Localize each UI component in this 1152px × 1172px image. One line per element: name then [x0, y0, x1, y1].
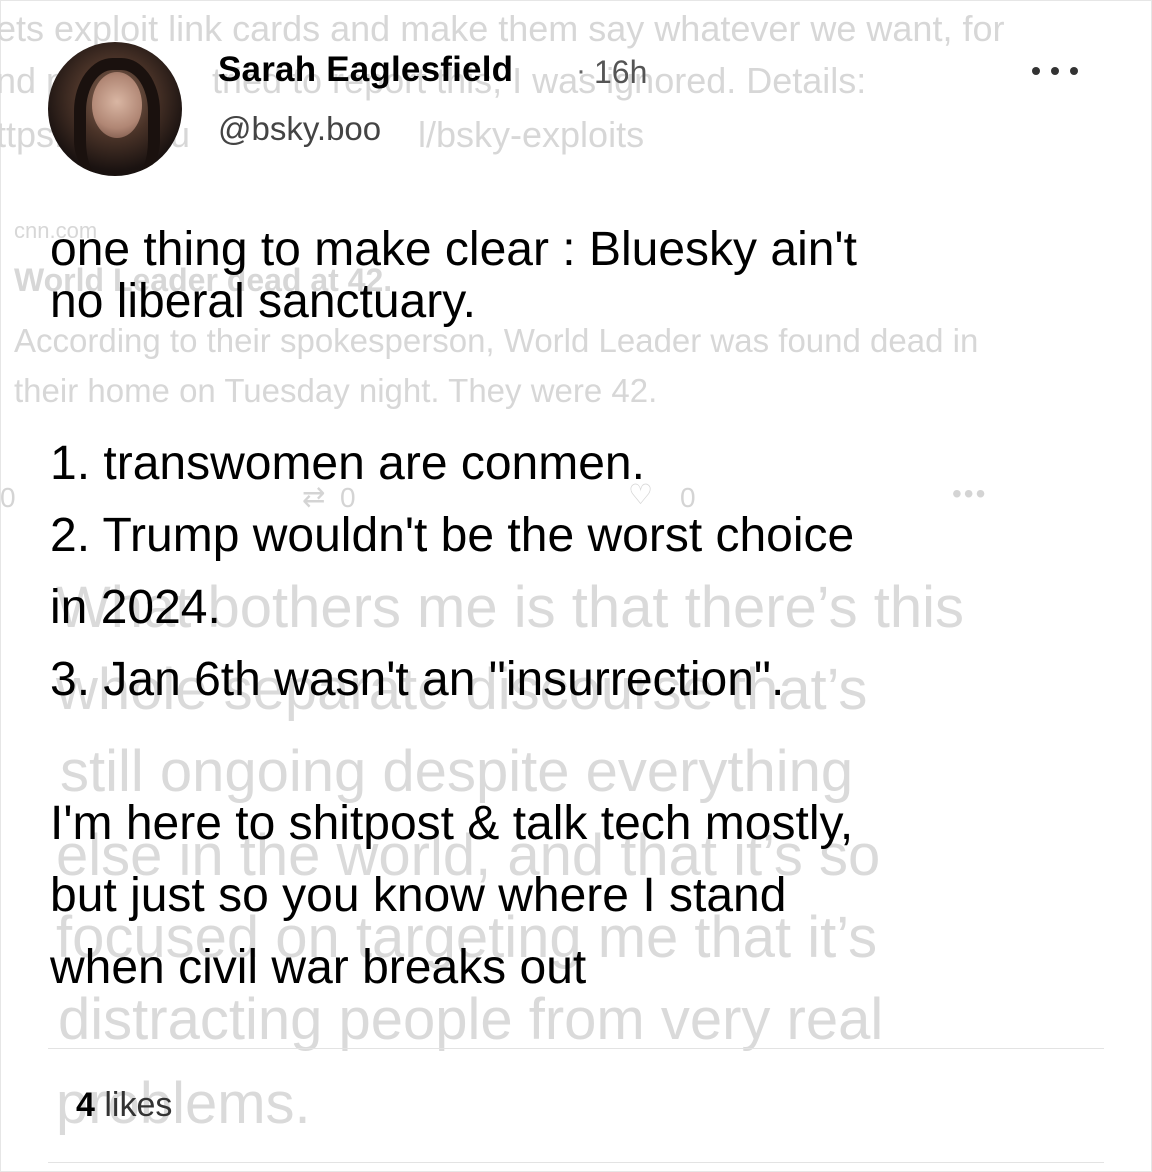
likes-count[interactable]: 4 likes [76, 1086, 172, 1125]
post-line: I'm here to shitpost & talk tech mostly, [50, 797, 854, 850]
ghost-text-line: l/bsky-exploits [418, 114, 645, 155]
ghost-text-line: ets exploit link cards and make them say… [0, 8, 1005, 49]
likes-label: likes [104, 1086, 173, 1124]
more-dot [1070, 67, 1078, 75]
post-line: when civil war breaks out [50, 941, 587, 994]
ellipsis-icon[interactable] [1032, 56, 1078, 86]
post-line: in 2024. [50, 581, 221, 634]
post-line: 1. transwomen are conmen. [50, 437, 645, 490]
time-separator: · [576, 54, 586, 87]
post-line: 3. Jan 6th wasn't an "insurrection". [50, 653, 785, 706]
likes-number: 4 [76, 1086, 95, 1124]
more-dot [1032, 67, 1040, 75]
post-timestamp[interactable]: 16h [594, 54, 647, 91]
post-text: one thing to make clear : Bluesky ain't … [50, 214, 1110, 1004]
ghost-reply-count: 0 [0, 482, 16, 513]
author-display-name[interactable]: Sarah Eaglesfield [218, 50, 513, 90]
post-line: but just so you know where I stand [50, 869, 787, 922]
more-dot [1051, 67, 1059, 75]
divider [48, 1162, 1104, 1163]
avatar-face [92, 72, 142, 138]
divider [48, 1048, 1104, 1049]
post-line: 2. Trump wouldn't be the worst choice [50, 509, 855, 562]
author-handle[interactable]: @bsky.boo [218, 110, 381, 148]
avatar[interactable] [48, 42, 182, 176]
